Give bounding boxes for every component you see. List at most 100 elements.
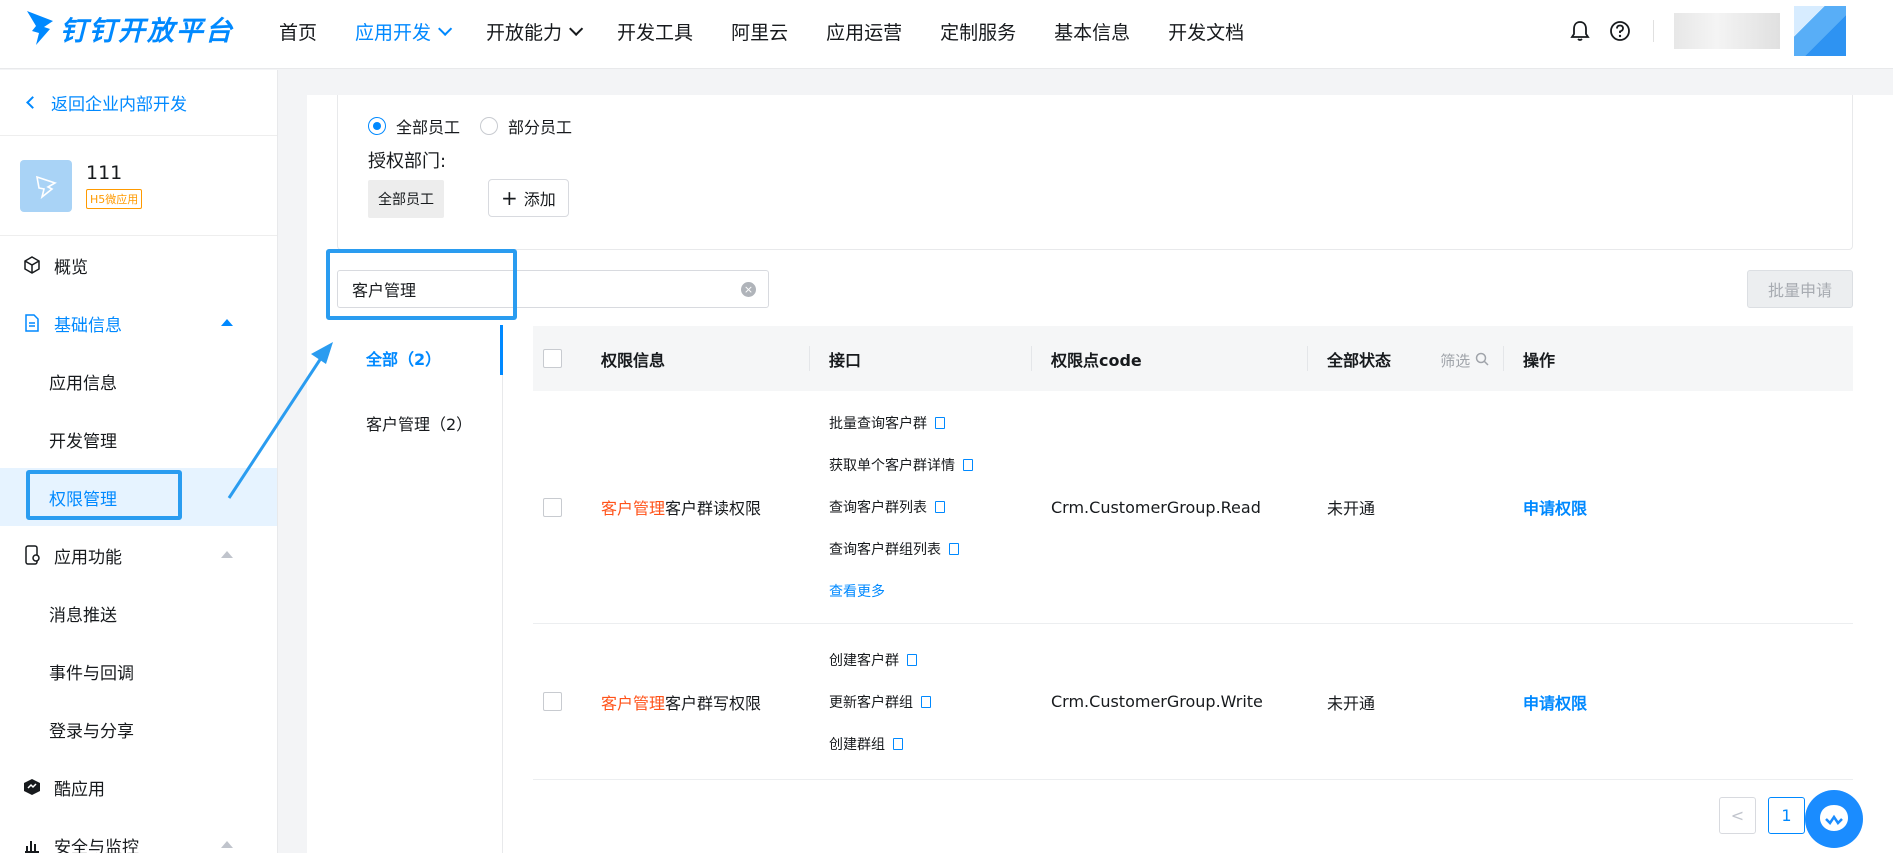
page-number-button[interactable]: 1 — [1768, 797, 1805, 834]
table-row: 客户管理客户群读权限 批量查询客户群 获取单个客户群详情 查询客户群列表 查询客… — [533, 391, 1853, 624]
api-item[interactable]: 获取单个客户群详情 — [829, 455, 1031, 475]
column-header-label: 操作 — [1523, 350, 1556, 370]
nav-label: 应用开发 — [355, 21, 432, 44]
batch-apply-button[interactable]: 批量申请 — [1747, 270, 1853, 308]
chevron-down-icon — [438, 21, 453, 36]
sidebar-item-login-share[interactable]: 登录与分享 — [0, 700, 277, 758]
radio-partial-employees[interactable] — [480, 117, 499, 135]
nav-label: 开发文档 — [1168, 21, 1245, 44]
assistant-float-button[interactable] — [1805, 790, 1863, 848]
apply-permission-link[interactable]: 申请权限 — [1523, 499, 1587, 518]
api-name: 查询客户群组列表 — [829, 542, 941, 558]
document-icon[interactable] — [963, 459, 973, 471]
nav-custom-service[interactable]: 定制服务 — [940, 18, 1016, 45]
chevron-down-icon — [569, 21, 584, 36]
main-nav: 首页 应用开发 开放能力 开发工具 阿里云 应用运营 定制服务 基本信息 开发文… — [279, 0, 1282, 62]
row-checkbox[interactable] — [543, 692, 562, 711]
brand-name: 钉钉开放平台 — [60, 15, 234, 47]
back-to-internal-dev-link[interactable]: 返回企业内部开发 — [0, 70, 277, 136]
app-type-badge: H5微应用 — [86, 189, 143, 209]
pagination: < 1 — [1719, 797, 1817, 834]
api-item[interactable]: 批量查询客户群 — [829, 413, 1031, 433]
help-icon[interactable] — [1607, 18, 1633, 44]
column-header-code: 权限点code — [1031, 326, 1307, 391]
column-header-action: 操作 — [1503, 326, 1853, 391]
dingtalk-logo-icon — [27, 11, 53, 45]
top-right-tools — [1567, 0, 1893, 62]
api-item[interactable]: 更新客户群组 — [829, 692, 1031, 712]
clear-icon[interactable]: × — [741, 282, 756, 297]
api-name: 获取单个客户群详情 — [829, 458, 955, 474]
radio-all-employees[interactable] — [368, 117, 386, 135]
view-more-link[interactable]: 查看更多 — [829, 581, 885, 601]
column-header-info: 权限信息 — [601, 350, 666, 370]
nav-label: 基本信息 — [1054, 21, 1131, 44]
sidebar-item-label: 概览 — [54, 257, 88, 278]
permission-name: 客户群读权限 — [665, 499, 762, 518]
cube-icon — [22, 255, 42, 275]
column-header-label: 权限点code — [1051, 350, 1142, 370]
brand-logo[interactable]: 钉钉开放平台 — [24, 8, 234, 48]
api-item[interactable]: 查询客户群列表 — [829, 497, 1031, 517]
nav-aliyun[interactable]: 阿里云 — [731, 18, 788, 45]
document-icon[interactable] — [935, 417, 945, 429]
table-header-row: 权限信息 接口 权限点code 全部状态 筛选 操作 — [533, 326, 1853, 391]
document-icon[interactable] — [893, 737, 903, 750]
nav-open-capabilities[interactable]: 开放能力 — [486, 18, 584, 45]
api-name: 查询客户群列表 — [829, 500, 927, 516]
permission-info: 客户管理客户群读权限 — [581, 391, 809, 624]
permission-name: 客户群写权限 — [665, 693, 762, 713]
app-name: 111 — [86, 162, 123, 184]
api-item[interactable]: 查询客户群组列表 — [829, 539, 1031, 559]
user-name-blurred[interactable] — [1674, 13, 1780, 49]
sidebar-item-label: 安全与监控 — [54, 837, 139, 853]
nav-app-operation[interactable]: 应用运营 — [826, 18, 902, 45]
main-content: 全部员工 部分员工 授权部门: 全部员工 + 添加 客户管理 × 批量申请 全部… — [307, 95, 1893, 853]
apply-permission-link[interactable]: 申请权限 — [1523, 694, 1587, 713]
radio-label: 全部员工 — [396, 118, 461, 137]
row-checkbox[interactable] — [543, 497, 562, 517]
sidebar-item-label: 登录与分享 — [49, 721, 134, 742]
nav-basic-info[interactable]: 基本信息 — [1054, 18, 1130, 45]
column-header-label: 全部状态 — [1327, 350, 1392, 370]
api-name: 批量查询客户群 — [829, 416, 927, 432]
document-icon[interactable] — [935, 501, 945, 513]
sidebar-item-label: 事件与回调 — [49, 663, 134, 684]
document-icon[interactable] — [921, 695, 931, 708]
permission-info: 客户管理客户群写权限 — [581, 623, 809, 780]
sidebar-item-message-push[interactable]: 消息推送 — [0, 584, 277, 642]
select-all-checkbox[interactable] — [543, 349, 562, 368]
document-icon[interactable] — [949, 543, 959, 555]
caret-up-icon — [221, 319, 233, 326]
search-value: 客户管理 — [352, 281, 417, 300]
sidebar-item-label: 基础信息 — [54, 315, 122, 336]
api-item[interactable]: 创建客户群 — [829, 650, 1031, 670]
cool-app-icon — [22, 777, 42, 797]
prev-page-button[interactable]: < — [1719, 797, 1756, 834]
sidebar-item-label: 开发管理 — [49, 431, 117, 452]
api-item[interactable]: 创建群组 — [829, 734, 1031, 754]
column-header-status: 全部状态 筛选 — [1307, 326, 1503, 391]
dept-chip: 全部员工 — [368, 180, 444, 218]
bell-icon[interactable] — [1567, 18, 1593, 44]
api-list: 批量查询客户群 获取单个客户群详情 查询客户群列表 查询客户群组列表 查看更多 — [809, 391, 1031, 624]
add-dept-button[interactable]: + 添加 — [488, 179, 569, 217]
keyword-highlight: 客户管理 — [601, 693, 666, 713]
sidebar-group-security-monitor[interactable]: 安全与监控 — [0, 816, 277, 853]
nav-dev-tools[interactable]: 开发工具 — [617, 18, 693, 45]
sidebar-group-app-features[interactable]: 应用功能 — [0, 526, 277, 584]
nav-label: 首页 — [279, 21, 318, 44]
status-filter[interactable]: 筛选 — [1440, 350, 1489, 371]
document-icon[interactable] — [907, 653, 917, 666]
permission-search-input[interactable]: 客户管理 × — [337, 270, 769, 308]
sidebar-item-events-callback[interactable]: 事件与回调 — [0, 642, 277, 700]
nav-home[interactable]: 首页 — [279, 18, 317, 45]
nav-dev-docs[interactable]: 开发文档 — [1168, 18, 1244, 45]
annotation-arrow-icon — [227, 342, 333, 499]
keyword-highlight: 客户管理 — [601, 499, 666, 518]
permission-code: Crm.CustomerGroup.Write — [1031, 623, 1307, 780]
nav-app-dev[interactable]: 应用开发 — [355, 18, 453, 45]
sidebar-item-cool-app[interactable]: 酷应用 — [0, 758, 277, 816]
avatar[interactable] — [1794, 6, 1846, 56]
sidebar-item-overview[interactable]: 概览 — [0, 236, 277, 294]
